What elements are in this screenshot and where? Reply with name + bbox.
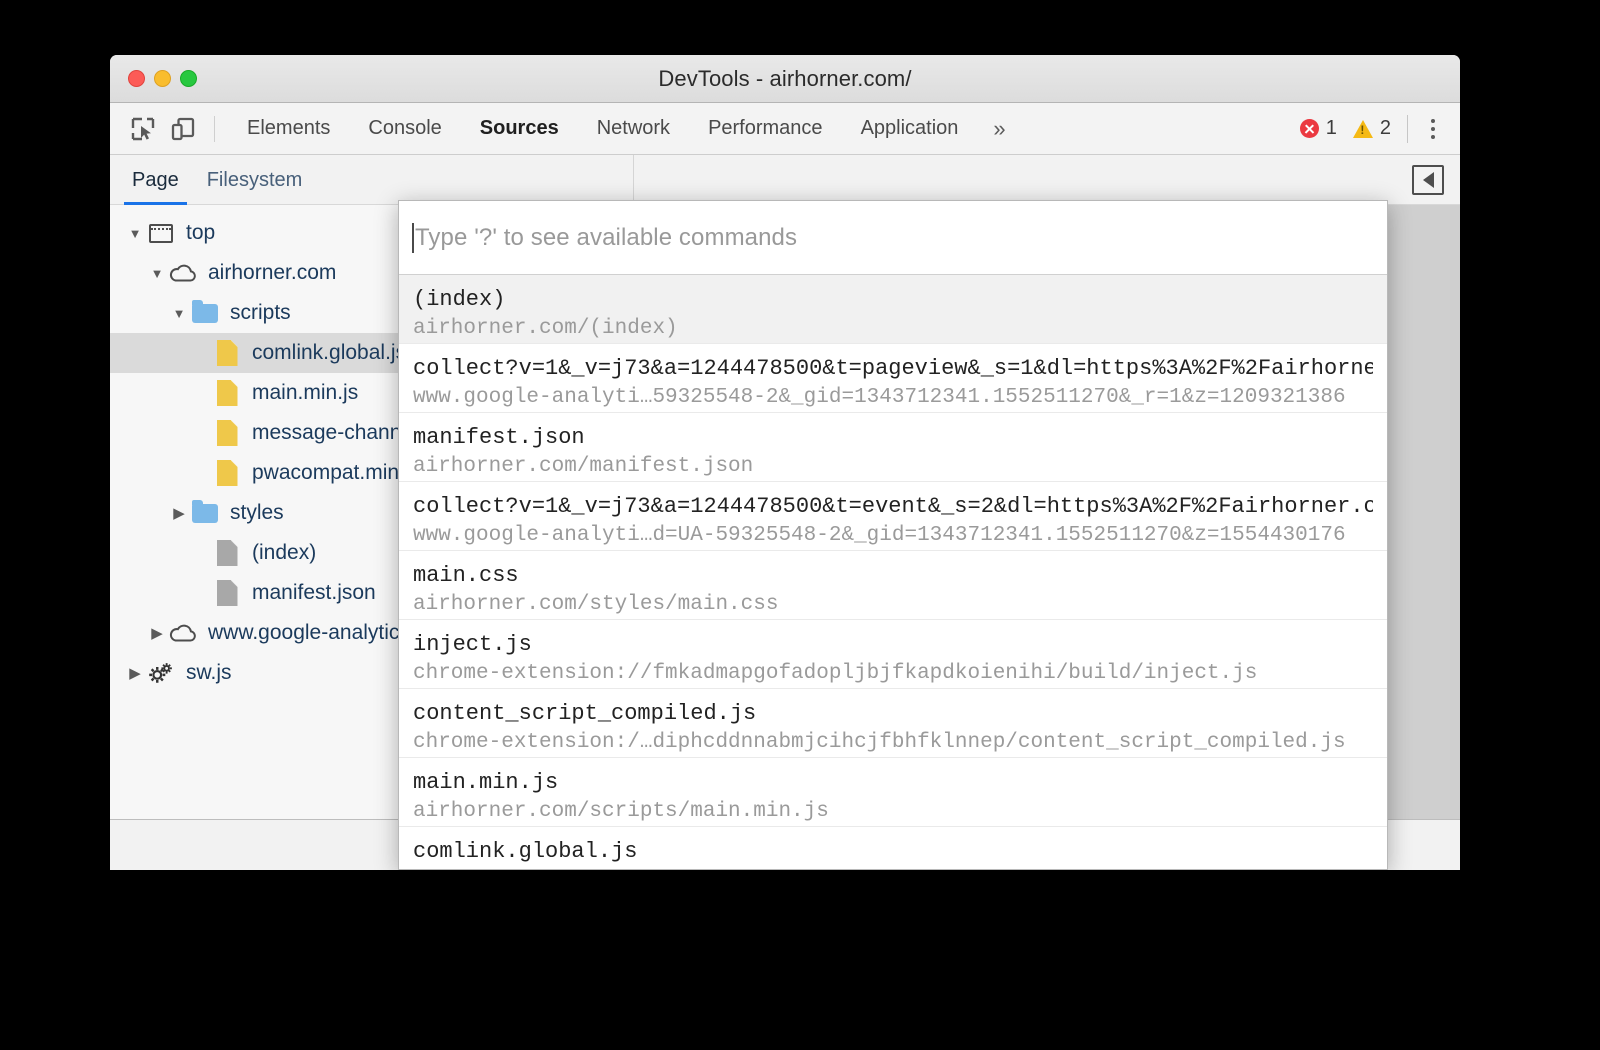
result-title: inject.js (413, 630, 1373, 660)
file-doc-icon (212, 540, 242, 566)
more-options-icon[interactable] (1420, 112, 1446, 146)
tree-label: sw.js (186, 661, 232, 685)
tree-label: (index) (252, 541, 316, 565)
cloud-icon (168, 263, 198, 283)
result-subtitle: airhorner.com/manifest.json (413, 453, 1373, 481)
error-count: 1 (1326, 117, 1337, 140)
chevron-right-icon[interactable]: ▶ (168, 504, 190, 522)
window-titlebar: DevTools - airhorner.com/ (110, 55, 1460, 103)
navigator-tab-filesystem[interactable]: Filesystem (199, 169, 323, 204)
command-palette-placeholder: Type '?' to see available commands (415, 224, 797, 252)
chevron-down-icon[interactable]: ▼ (168, 306, 190, 321)
tab-sources[interactable]: Sources (461, 103, 578, 155)
navigator-tabs: Page Filesystem (110, 155, 633, 205)
toolbar-divider-right (1407, 115, 1408, 143)
devtools-toolbar: Elements Console Sources Network Perform… (110, 103, 1460, 155)
file-doc-icon (212, 580, 242, 606)
chevron-down-icon[interactable]: ▼ (146, 266, 168, 281)
tree-label: airhorner.com (208, 261, 336, 285)
frame-icon (146, 224, 176, 243)
tree-label: top (186, 221, 215, 245)
tab-network[interactable]: Network (578, 103, 689, 155)
tree-label: pwacompat.min.js (252, 461, 420, 485)
show-navigator-icon[interactable] (1412, 165, 1444, 195)
window-title: DevTools - airhorner.com/ (110, 55, 1460, 102)
devtools-window: DevTools - airhorner.com/ Elements Conso… (110, 55, 1460, 870)
file-js-icon (212, 460, 242, 486)
result-item[interactable]: main.min.js airhorner.com/scripts/main.m… (399, 758, 1387, 827)
navigator-tab-page[interactable]: Page (124, 169, 199, 204)
error-icon (1300, 119, 1319, 138)
folder-icon (190, 304, 220, 323)
tree-label: comlink.global.js (252, 341, 406, 365)
result-item[interactable]: collect?v=1&_v=j73&a=1244478500&t=event&… (399, 482, 1387, 551)
result-title: manifest.json (413, 423, 1373, 453)
result-title: (index) (413, 285, 1373, 315)
editor-toolbar (634, 155, 1460, 205)
text-caret (412, 223, 414, 253)
file-js-icon (212, 420, 242, 446)
result-subtitle: chrome-extension://fmkadmapgofadopljbjfk… (413, 660, 1373, 688)
chevron-down-icon[interactable]: ▼ (124, 226, 146, 241)
result-title: comlink.global.js (413, 837, 1373, 867)
result-item[interactable]: manifest.json airhorner.com/manifest.jso… (399, 413, 1387, 482)
folder-icon (190, 504, 220, 523)
error-badge[interactable]: 1 (1300, 117, 1337, 140)
maximize-window-button[interactable] (180, 70, 197, 87)
result-item[interactable]: main.css airhorner.com/styles/main.css (399, 551, 1387, 620)
file-js-icon (212, 340, 242, 366)
command-palette: Type '?' to see available commands (inde… (398, 200, 1388, 870)
tree-label: scripts (230, 301, 291, 325)
result-item[interactable]: content_script_compiled.js chrome-extens… (399, 689, 1387, 758)
more-tabs-icon[interactable]: » (977, 103, 1021, 155)
tree-label: main.min.js (252, 381, 358, 405)
command-palette-input-row[interactable]: Type '?' to see available commands (399, 201, 1387, 275)
chevron-right-icon[interactable]: ▶ (146, 624, 168, 642)
inspect-element-icon[interactable] (126, 112, 160, 146)
result-subtitle: airhorner.com/scripts/comlink.global.js (413, 867, 1373, 870)
traffic-lights (110, 70, 197, 87)
tab-performance[interactable]: Performance (689, 103, 842, 155)
tab-console[interactable]: Console (349, 103, 460, 155)
result-subtitle: www.google-analyti…59325548-2&_gid=13437… (413, 384, 1373, 412)
chevron-right-icon[interactable]: ▶ (124, 664, 146, 682)
result-item[interactable]: collect?v=1&_v=j73&a=1244478500&t=pagevi… (399, 344, 1387, 413)
tree-label: styles (230, 501, 284, 525)
device-toolbar-icon[interactable] (166, 112, 200, 146)
tab-elements[interactable]: Elements (228, 103, 349, 155)
command-palette-results: (index) airhorner.com/(index) collect?v=… (399, 275, 1387, 870)
warning-icon (1353, 120, 1373, 138)
minimize-window-button[interactable] (154, 70, 171, 87)
warning-badge[interactable]: 2 (1353, 117, 1391, 140)
toolbar-right-group: 1 2 (1300, 112, 1446, 146)
result-subtitle: chrome-extension:/…diphcddnnabmjcihcjfbh… (413, 729, 1373, 757)
result-subtitle: airhorner.com/styles/main.css (413, 591, 1373, 619)
warning-count: 2 (1380, 117, 1391, 140)
tree-label: manifest.json (252, 581, 376, 605)
gear-icon (146, 660, 176, 686)
result-item[interactable]: inject.js chrome-extension://fmkadmapgof… (399, 620, 1387, 689)
result-title: collect?v=1&_v=j73&a=1244478500&t=pagevi… (413, 354, 1373, 384)
result-item[interactable]: (index) airhorner.com/(index) (399, 275, 1387, 344)
result-item[interactable]: comlink.global.js airhorner.com/scripts/… (399, 827, 1387, 870)
result-title: content_script_compiled.js (413, 699, 1373, 729)
result-subtitle: airhorner.com/scripts/main.min.js (413, 798, 1373, 826)
result-title: collect?v=1&_v=j73&a=1244478500&t=event&… (413, 492, 1373, 522)
tab-application[interactable]: Application (842, 103, 978, 155)
toolbar-divider (214, 116, 215, 142)
panel-tabs: Elements Console Sources Network Perform… (228, 103, 1022, 155)
result-subtitle: www.google-analyti…d=UA-59325548-2&_gid=… (413, 522, 1373, 550)
result-title: main.css (413, 561, 1373, 591)
close-window-button[interactable] (128, 70, 145, 87)
result-title: main.min.js (413, 768, 1373, 798)
file-js-icon (212, 380, 242, 406)
result-subtitle: airhorner.com/(index) (413, 315, 1373, 343)
cloud-icon (168, 623, 198, 643)
